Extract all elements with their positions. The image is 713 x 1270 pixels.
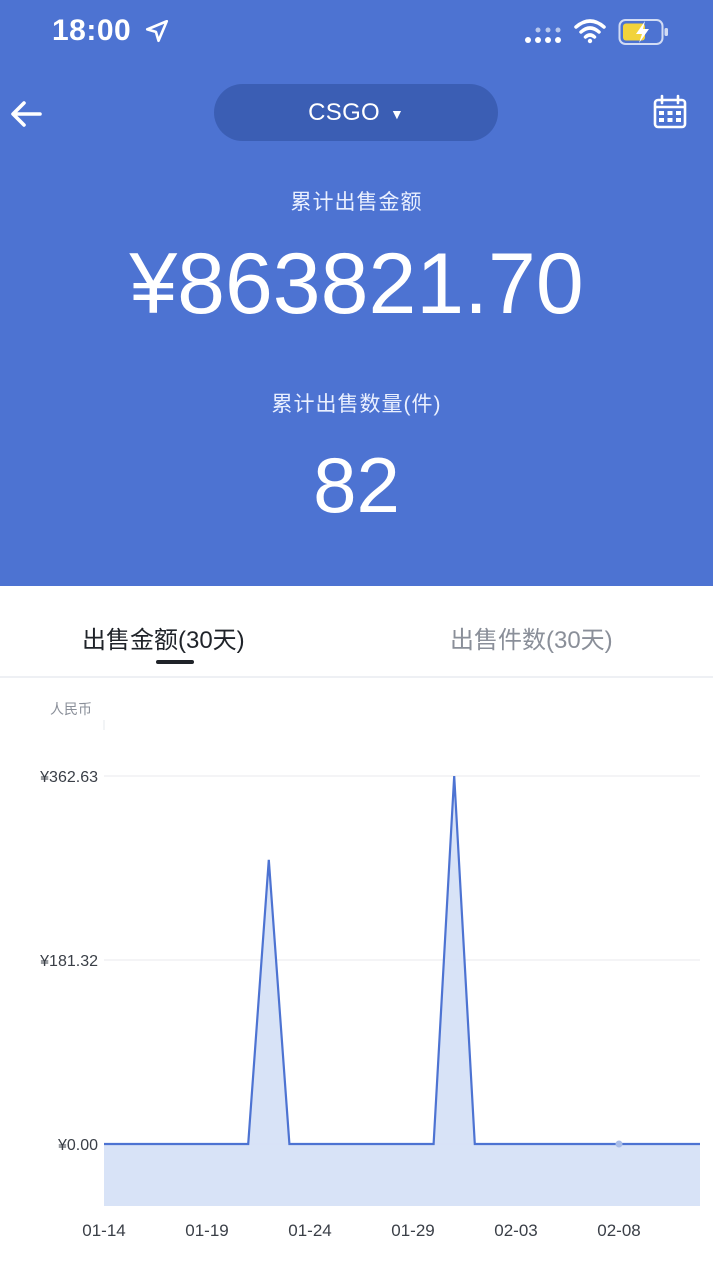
x-tick-label: 02-03 [494,1221,537,1240]
calendar-icon[interactable] [652,94,688,130]
total-amount-value: ¥863821.70 [129,236,584,332]
back-arrow-icon[interactable] [6,94,46,134]
game-selector-label: CSGO [308,98,381,126]
y-tick-label: ¥0.00 [57,1137,98,1154]
chart-tabs: 出售金额(30天) 出售件数(30天) [0,586,713,678]
x-tick-label: 02-08 [597,1221,640,1240]
y-axis-unit-label: 人民币 [50,702,92,718]
y-tick-label: ¥362.63 [39,769,98,786]
status-bar: 18:00 [0,0,713,66]
total-count-label: 累计出售数量(件) [271,393,442,416]
data-point-marker [615,1140,623,1148]
x-tick-label: 01-29 [391,1221,434,1240]
location-arrow-icon [145,19,169,43]
tab-sales-count[interactable]: 出售件数(30天) [450,620,613,655]
series-area [104,776,700,1206]
active-tab-indicator [156,660,194,664]
total-count-value: 82 [313,441,400,529]
y-tick-label: ¥181.32 [39,953,98,970]
x-tick-label: 01-19 [185,1221,228,1240]
cellular-signal-icon [525,27,561,43]
total-amount-label: 累计出售金额 [290,191,423,214]
status-time: 18:00 [52,14,132,47]
x-tick-label: 01-24 [288,1221,331,1240]
x-tick-label: 01-14 [82,1221,125,1240]
caret-down-icon: ▼ [390,105,404,122]
battery-charging-icon [618,19,668,45]
summary-header: 18:00 CSGO ▼ 累计出售金额 ¥863821.70 累计出售数量(件)… [0,0,713,586]
tab-sales-amount[interactable]: 出售金额(30天) [82,620,245,655]
game-selector-dropdown[interactable]: CSGO ▼ [214,84,498,141]
wifi-icon [574,19,606,44]
sales-amount-chart: 人民币 ¥362.63 ¥181.32 ¥0.00 01-14 01-19 01-24 01-… [39,702,700,1240]
